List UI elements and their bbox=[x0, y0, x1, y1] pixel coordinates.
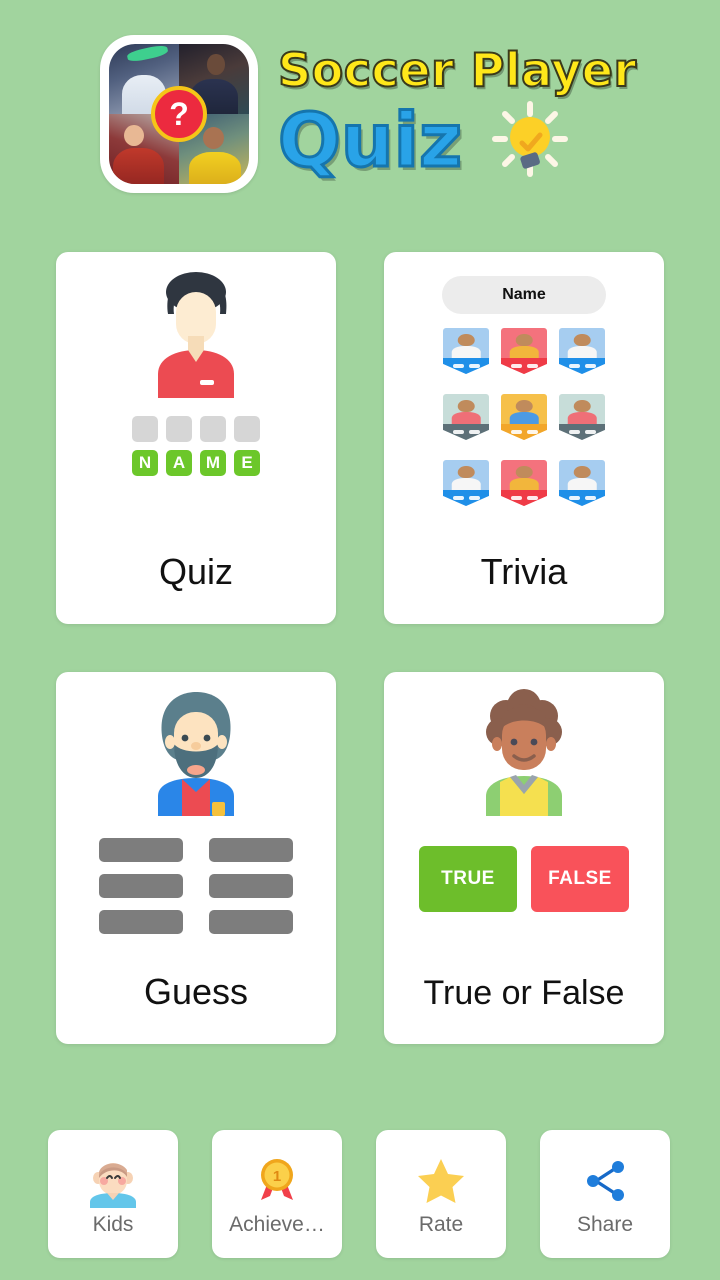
nav-label-achievement: Achieve… bbox=[229, 1212, 325, 1236]
answer-bar[interactable] bbox=[209, 838, 293, 862]
game-mode-grid: N A M E Quiz Name Trivia Guess TRUE FALS… bbox=[56, 252, 664, 1044]
nav-label-kids: Kids bbox=[92, 1212, 134, 1236]
player-card[interactable] bbox=[559, 328, 605, 374]
false-button[interactable]: FALSE bbox=[531, 846, 629, 912]
guess-card-art bbox=[56, 672, 336, 974]
star-icon bbox=[414, 1154, 468, 1208]
letter-tile[interactable]: N bbox=[132, 450, 158, 476]
mode-card-trivia[interactable]: Name Trivia bbox=[384, 252, 664, 624]
true-false-card-art: TRUE FALSE bbox=[384, 672, 664, 976]
answer-bar[interactable] bbox=[99, 874, 183, 898]
nav-button-share[interactable]: Share bbox=[540, 1130, 670, 1258]
trivia-card-art: Name bbox=[384, 252, 664, 554]
question-mark-icon: ? bbox=[151, 86, 207, 142]
letter-tile[interactable]: E bbox=[234, 450, 260, 476]
mode-card-label-quiz: Quiz bbox=[158, 551, 234, 592]
mode-card-label-true-or-false: True or False bbox=[423, 974, 625, 1012]
player-card[interactable] bbox=[501, 328, 547, 374]
medal-icon: 1 bbox=[250, 1154, 304, 1208]
lightbulb-icon bbox=[490, 101, 570, 181]
answer-bar[interactable] bbox=[209, 910, 293, 934]
player-avatar-icon bbox=[150, 270, 242, 398]
nav-label-share: Share bbox=[576, 1212, 634, 1236]
nav-label-rate: Rate bbox=[418, 1212, 464, 1236]
app-header: ? Soccer Player Quiz bbox=[0, 0, 720, 228]
kid-face-icon bbox=[86, 1154, 140, 1208]
player-card-grid bbox=[443, 328, 605, 506]
blank-tile[interactable] bbox=[200, 416, 226, 442]
player-card[interactable] bbox=[501, 460, 547, 506]
nav-button-achievement[interactable]: 1 Achieve… bbox=[212, 1130, 342, 1258]
player-card[interactable] bbox=[501, 394, 547, 440]
player-card[interactable] bbox=[559, 394, 605, 440]
answer-bar[interactable] bbox=[99, 910, 183, 934]
player-card[interactable] bbox=[443, 460, 489, 506]
share-icon bbox=[578, 1154, 632, 1208]
letter-tile[interactable]: A bbox=[166, 450, 192, 476]
quiz-card-art: N A M E bbox=[56, 252, 336, 554]
mode-card-true-or-false[interactable]: TRUE FALSE True or False bbox=[384, 672, 664, 1044]
blank-tile[interactable] bbox=[234, 416, 260, 442]
mode-card-quiz[interactable]: N A M E Quiz bbox=[56, 252, 336, 624]
true-false-buttons: TRUE FALSE bbox=[419, 846, 629, 912]
app-root: ? Soccer Player Quiz N A M E Quiz Name T… bbox=[0, 0, 720, 1280]
app-title-line1: Soccer Player bbox=[277, 43, 637, 97]
app-logo: ? bbox=[100, 35, 258, 193]
title-block: Soccer Player Quiz bbox=[276, 43, 637, 184]
mode-card-label-trivia: Trivia bbox=[480, 551, 568, 592]
mode-card-guess[interactable]: Guess bbox=[56, 672, 336, 1044]
name-pill: Name bbox=[442, 276, 606, 314]
blank-tile-row bbox=[132, 416, 260, 442]
answer-bar[interactable] bbox=[99, 838, 183, 862]
title-row-secondary: Quiz bbox=[276, 97, 570, 184]
letter-tile-row: N A M E bbox=[132, 450, 260, 476]
answer-bars bbox=[99, 838, 293, 934]
curly-player-avatar-icon bbox=[476, 688, 572, 816]
app-title-line2: Quiz bbox=[276, 97, 463, 184]
bottom-nav: Kids 1 Achieve… Rate Share bbox=[48, 1130, 672, 1258]
true-button[interactable]: TRUE bbox=[419, 846, 517, 912]
nav-button-kids[interactable]: Kids bbox=[48, 1130, 178, 1258]
blank-tile[interactable] bbox=[166, 416, 192, 442]
bearded-player-avatar-icon bbox=[148, 688, 244, 816]
player-card[interactable] bbox=[559, 460, 605, 506]
blank-tile[interactable] bbox=[132, 416, 158, 442]
letter-tile[interactable]: M bbox=[200, 450, 226, 476]
player-card[interactable] bbox=[443, 328, 489, 374]
letter-tiles: N A M E bbox=[132, 416, 260, 476]
mode-card-label-guess: Guess bbox=[143, 971, 249, 1012]
svg-text:1: 1 bbox=[273, 1168, 281, 1185]
answer-bar[interactable] bbox=[209, 874, 293, 898]
logo-photo-grid: ? bbox=[109, 44, 249, 184]
nav-button-rate[interactable]: Rate bbox=[376, 1130, 506, 1258]
player-card[interactable] bbox=[443, 394, 489, 440]
